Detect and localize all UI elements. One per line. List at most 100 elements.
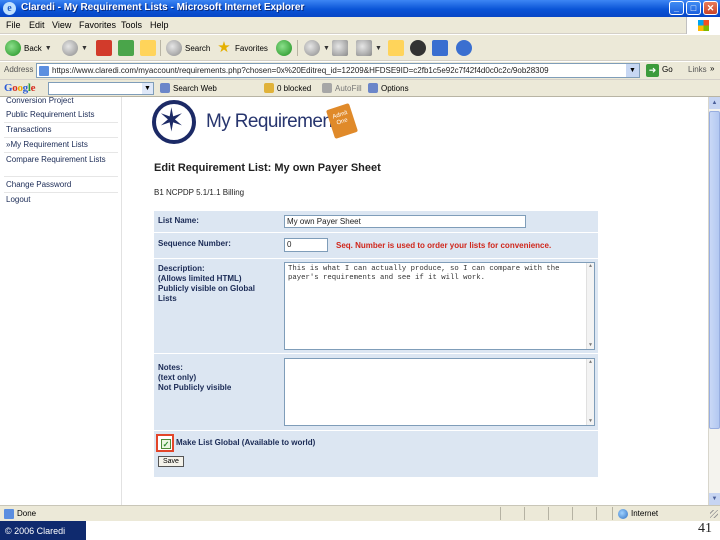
- back-button[interactable]: Back ▼: [5, 39, 52, 57]
- scroll-down-icon[interactable]: ▼: [587, 342, 594, 349]
- scroll-up-icon[interactable]: ▲: [709, 97, 720, 109]
- maximize-button[interactable]: □: [686, 1, 701, 15]
- my-requirements-logo: ✶ My Requirements Admit One: [152, 100, 362, 144]
- scroll-down-icon[interactable]: ▼: [709, 493, 720, 505]
- edit-button[interactable]: ▼: [356, 39, 382, 57]
- list-name-label: List Name:: [158, 216, 199, 225]
- address-input[interactable]: https://www.claredi.com/myaccount/requir…: [36, 63, 640, 78]
- google-logo[interactable]: Google: [4, 82, 36, 94]
- google-search-dropdown-icon[interactable]: ▼: [142, 83, 153, 94]
- messenger-icon: [432, 40, 448, 56]
- menu-file[interactable]: File: [6, 20, 21, 30]
- stop-button[interactable]: [96, 39, 112, 57]
- go-button[interactable]: Go: [662, 65, 673, 74]
- menu-view[interactable]: View: [52, 20, 71, 30]
- minimize-button[interactable]: _: [669, 1, 684, 15]
- sidebar-item-compare-requirement-lists[interactable]: Compare Requirement Lists: [6, 155, 106, 165]
- favorites-button[interactable]: ★ Favorites: [216, 39, 268, 57]
- search-label: Search: [185, 43, 211, 53]
- messenger-button[interactable]: [432, 39, 448, 57]
- autofill-icon: [322, 83, 332, 93]
- forward-arrow-icon: [62, 40, 78, 56]
- google-search-input[interactable]: ▼: [48, 82, 154, 95]
- notes-button[interactable]: [388, 39, 404, 57]
- sidebar-item-label: My Requirement Lists: [10, 140, 88, 149]
- description-textarea[interactable]: This is what I can actually produce, so …: [284, 262, 595, 350]
- search-web-button[interactable]: Search Web: [160, 83, 217, 93]
- description-label-line: (Allows limited HTML): [158, 274, 242, 283]
- status-bar: Done Internet: [0, 505, 720, 521]
- scroll-up-icon[interactable]: ▲: [587, 263, 594, 270]
- back-dropdown-icon: ▼: [44, 44, 52, 52]
- mail-icon: [304, 40, 320, 56]
- resize-grip-icon[interactable]: [710, 510, 718, 518]
- status-divider: [596, 507, 597, 520]
- research-button[interactable]: [410, 39, 426, 57]
- sidebar-item-public-requirement-lists[interactable]: Public Requirement Lists: [6, 110, 94, 119]
- popup-blocker-button[interactable]: 0 blocked: [264, 83, 311, 93]
- sidebar-divider: [4, 152, 118, 153]
- sidebar-divider: [4, 122, 118, 123]
- history-button[interactable]: [276, 39, 292, 57]
- menu-tools[interactable]: Tools: [121, 20, 142, 30]
- sticky-note-icon: [388, 40, 404, 56]
- sidebar-item-transactions[interactable]: Transactions: [6, 125, 52, 134]
- scroll-down-icon[interactable]: ▼: [587, 418, 594, 425]
- scrollbar-thumb[interactable]: [709, 111, 720, 429]
- options-button[interactable]: Options: [368, 83, 409, 93]
- description-row: Description: (Allows limited HTML) Publi…: [154, 258, 598, 353]
- search-web-label: Search Web: [173, 83, 217, 93]
- links-chevron-icon[interactable]: »: [710, 64, 714, 73]
- menu-edit[interactable]: Edit: [29, 20, 45, 30]
- status-divider: [524, 507, 525, 520]
- menu-favorites[interactable]: Favorites: [79, 20, 116, 30]
- list-name-input[interactable]: My own Payer Sheet: [284, 215, 526, 228]
- refresh-button[interactable]: [118, 39, 134, 57]
- google-toolbar: Google ▼ Search Web 0 blocked AutoFill O…: [0, 80, 720, 97]
- edit-list-form: List Name: My own Payer Sheet Sequence N…: [154, 211, 598, 477]
- make-global-checkbox-highlight[interactable]: ✓: [156, 434, 174, 452]
- favorites-label: Favorites: [235, 43, 268, 53]
- page-content: Conversion Project Public Requirement Li…: [0, 97, 708, 505]
- home-button[interactable]: [140, 39, 156, 57]
- forward-dropdown-icon: ▼: [81, 44, 88, 52]
- sidebar-divider: [4, 137, 118, 138]
- description-label-line: Lists: [158, 294, 177, 303]
- description-text: This is what I can actually produce, so …: [288, 265, 560, 282]
- sidebar-item-logout[interactable]: Logout: [6, 195, 30, 204]
- links-label[interactable]: Links: [688, 65, 707, 74]
- notes-label-line: Not Publicly visible: [158, 383, 232, 392]
- sidebar-item-my-requirement-lists[interactable]: »My Requirement Lists: [6, 140, 88, 149]
- blocked-label: 0 blocked: [277, 83, 312, 93]
- notes-textarea[interactable]: ▲ ▼: [284, 358, 595, 426]
- print-button[interactable]: [332, 39, 348, 57]
- stop-icon: [96, 40, 112, 56]
- notes-label-line: (text only): [158, 373, 197, 382]
- go-arrow-icon[interactable]: ➜: [646, 64, 659, 77]
- notes-row: Notes: (text only) Not Publicly visible …: [154, 353, 598, 430]
- make-global-checkbox[interactable]: ✓: [161, 439, 171, 449]
- bluetooth-button[interactable]: [456, 39, 472, 57]
- close-button[interactable]: ✕: [703, 1, 718, 15]
- sidebar-item-conversion-project[interactable]: Conversion Project: [6, 97, 74, 105]
- address-bar: Address https://www.claredi.com/myaccoun…: [0, 62, 720, 80]
- sidebar-item-change-password[interactable]: Change Password: [6, 180, 71, 189]
- page-title: Edit Requirement List: My own Payer Shee…: [154, 162, 381, 174]
- address-dropdown-icon[interactable]: ▼: [626, 64, 639, 77]
- description-scrollbar[interactable]: ▲ ▼: [586, 263, 594, 349]
- home-icon: [140, 40, 156, 56]
- search-button[interactable]: Search: [166, 39, 210, 57]
- address-url[interactable]: https://www.claredi.com/myaccount/requir…: [52, 66, 622, 75]
- page-scrollbar[interactable]: ▲ ▼: [708, 97, 720, 505]
- mail-button[interactable]: ▼: [304, 39, 330, 57]
- edit-page-icon: [356, 40, 372, 56]
- menu-help[interactable]: Help: [150, 20, 169, 30]
- scroll-up-icon[interactable]: ▲: [587, 359, 594, 366]
- sequence-number-input[interactable]: 0: [284, 238, 328, 252]
- forward-button[interactable]: ▼: [62, 39, 88, 57]
- status-divider: [548, 507, 549, 520]
- search-web-icon: [160, 83, 170, 93]
- notes-scrollbar[interactable]: ▲ ▼: [586, 359, 594, 425]
- autofill-button[interactable]: AutoFill: [322, 83, 362, 93]
- save-button[interactable]: Save: [158, 456, 184, 467]
